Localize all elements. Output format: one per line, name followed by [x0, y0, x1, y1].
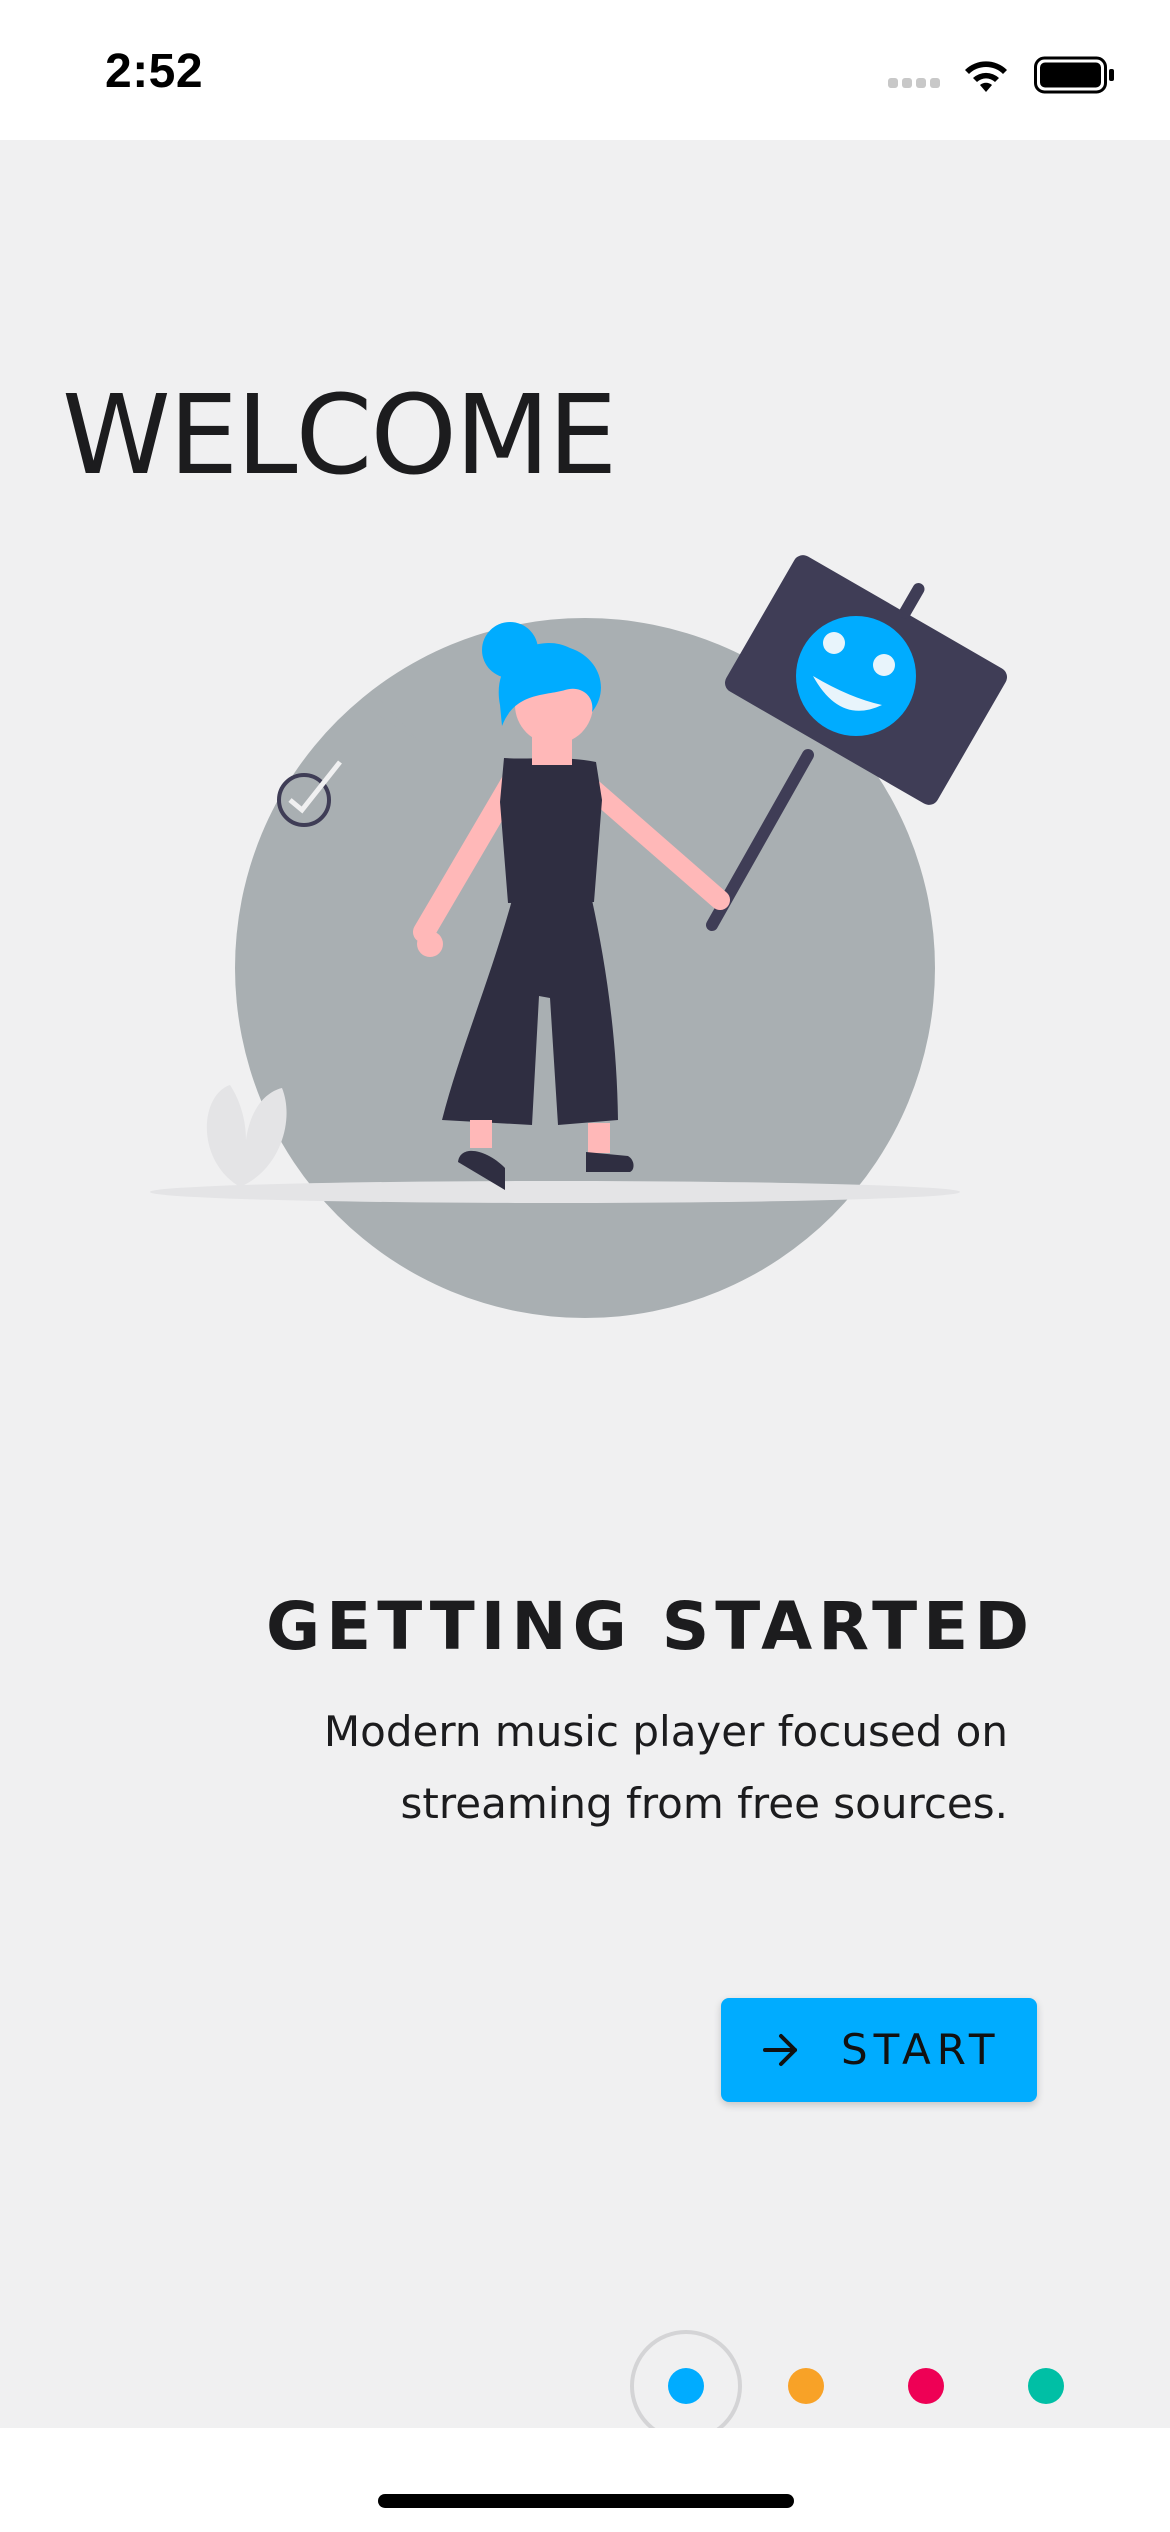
arrow-right-icon: [763, 2034, 797, 2066]
page-dot-4[interactable]: [1028, 2368, 1064, 2404]
getting-started-heading: GETTING STARTED: [265, 1588, 1035, 1665]
status-bar: 2:52: [0, 0, 1170, 140]
smiley-face-icon: [796, 616, 916, 736]
welcome-title: WELCOME: [62, 371, 617, 499]
description-line-1: Modern music player focused on: [323, 1707, 1008, 1756]
page-dot-1[interactable]: [668, 2368, 704, 2404]
battery-icon: [1034, 56, 1114, 94]
start-button[interactable]: START: [721, 1998, 1037, 2102]
start-button-label: START: [841, 2025, 1001, 2074]
page-dot-3[interactable]: [908, 2368, 944, 2404]
cellular-signal-icon: [888, 78, 940, 88]
onboarding-screen: WELCOME GETTING STARTED Modern music pla…: [0, 140, 1170, 2442]
illustration-ground: [150, 1181, 960, 1203]
plant-icon: [206, 1085, 287, 1187]
status-icons: [888, 56, 1114, 94]
onboarding-description: Modern music player focused on streaming…: [188, 1696, 1008, 1840]
status-time: 2:52: [105, 45, 204, 98]
wifi-icon: [965, 61, 1007, 92]
description-line-2: streaming from free sources.: [400, 1779, 1008, 1828]
home-indicator-area: [0, 2428, 1170, 2532]
welcome-illustration: [150, 555, 1007, 1318]
home-indicator[interactable]: [378, 2494, 794, 2508]
page-dot-2[interactable]: [788, 2368, 824, 2404]
